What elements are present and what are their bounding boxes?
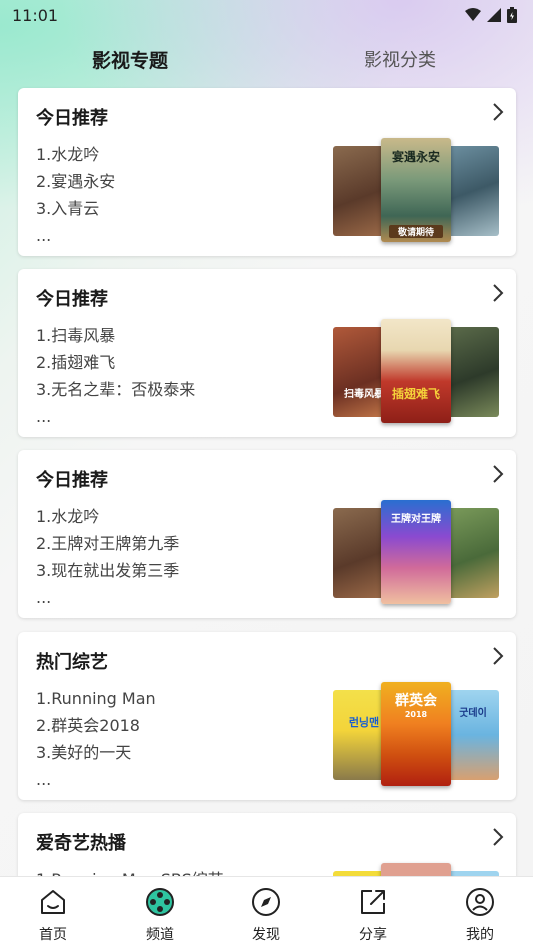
top-tabs: 影视专题 影视分类	[0, 40, 533, 80]
card-items: 1.水龙吟 2.王牌对王牌第九季 3.现在就出发第三季 ...	[36, 504, 179, 612]
poster-title: 宴遇永安	[391, 150, 440, 164]
nav-label: 我的	[466, 927, 494, 943]
topic-card[interactable]: 今日推荐 1.扫毒风暴 2.插翅难飞 3.无名之辈：否极泰来 ... 扫毒风暴 …	[18, 269, 516, 437]
list-item: 3.无名之辈：否极泰来	[36, 380, 196, 399]
nav-profile[interactable]: 我的	[450, 887, 510, 944]
nav-label: 首页	[39, 927, 67, 943]
bottom-nav: 首页 频道 发现 分享 我的	[0, 876, 533, 948]
status-icons	[465, 7, 517, 23]
poster-title: 群英会	[395, 693, 437, 709]
home-icon	[41, 890, 65, 914]
status-bar: 11:01	[0, 0, 533, 30]
list-item: 1.水龙吟	[36, 507, 100, 526]
chevron-right-icon[interactable]	[492, 464, 504, 484]
chevron-right-icon[interactable]	[492, 102, 504, 122]
poster-image: 插翅难飞	[381, 319, 451, 423]
list-item: 1.水龙吟	[36, 145, 100, 164]
list-item: 3.美好的一天	[36, 743, 132, 762]
list-item: 1.扫毒风暴	[36, 326, 116, 345]
battery-icon	[507, 7, 517, 23]
nav-channel[interactable]: 频道	[130, 887, 190, 944]
poster-stack[interactable]: 扫毒风暴 插翅难飞	[333, 319, 501, 423]
status-time: 11:01	[12, 5, 59, 25]
list-item: ...	[36, 770, 52, 789]
list-item: 2.宴遇永安	[36, 172, 116, 191]
topic-card[interactable]: 今日推荐 1.水龙吟 2.宴遇永安 3.入青云 ... 宴遇永安 敬请期待	[18, 88, 516, 256]
card-title: 今日推荐	[36, 289, 108, 310]
poster-image	[447, 327, 499, 417]
nav-discover[interactable]: 发现	[236, 887, 296, 944]
card-items: 1.扫毒风暴 2.插翅难飞 3.无名之辈：否极泰来 ...	[36, 323, 195, 431]
list-item: ...	[36, 226, 52, 245]
signal-icon	[487, 8, 501, 22]
poster-stack[interactable]: 宴遇永安 敬请期待	[333, 138, 501, 242]
poster-caption: 敬请期待	[389, 225, 443, 238]
poster-title: 插翅难飞	[391, 387, 440, 401]
list-item: ...	[36, 407, 52, 426]
nav-label: 频道	[146, 927, 174, 943]
compass-icon	[252, 888, 280, 916]
share-icon	[361, 890, 385, 914]
card-title: 爱奇艺热播	[36, 833, 126, 854]
chevron-right-icon[interactable]	[492, 283, 504, 303]
tab-categories[interactable]: 影视分类	[364, 46, 436, 72]
channel-reel-icon	[146, 888, 174, 916]
poster-image: 굿데이	[447, 690, 499, 780]
nav-label: 分享	[359, 927, 387, 943]
poster-image: 宴遇永安 敬请期待	[381, 138, 451, 242]
poster-image	[447, 508, 499, 598]
list-item: 2.群英会2018	[36, 716, 140, 735]
card-items: 1.水龙吟 2.宴遇永安 3.入青云 ...	[36, 142, 115, 250]
nav-home[interactable]: 首页	[23, 887, 83, 944]
list-item: 2.王牌对王牌第九季	[36, 534, 180, 553]
list-item: 2.插翅难飞	[36, 353, 116, 372]
topic-card[interactable]: 今日推荐 1.水龙吟 2.王牌对王牌第九季 3.现在就出发第三季 ... 王牌对…	[18, 450, 516, 618]
card-title: 热门综艺	[36, 652, 108, 673]
tab-topics[interactable]: 影视专题	[92, 46, 168, 73]
poster-stack[interactable]: 런닝맨 굿데이 群英会 2018	[333, 682, 501, 786]
list-item: 3.入青云	[36, 199, 100, 218]
poster-title: 王牌对王牌	[391, 514, 441, 525]
list-item: ...	[36, 588, 52, 607]
poster-stack[interactable]: 王牌对王牌	[333, 500, 501, 604]
nav-label: 发现	[252, 927, 280, 943]
card-items: 1.Running Man 2.群英会2018 3.美好的一天 ...	[36, 686, 156, 794]
chevron-right-icon[interactable]	[492, 827, 504, 847]
poster-image	[447, 146, 499, 236]
nav-share[interactable]: 分享	[343, 887, 403, 944]
card-title: 今日推荐	[36, 470, 108, 491]
profile-icon	[466, 888, 494, 916]
topic-card[interactable]: 热门综艺 1.Running Man 2.群英会2018 3.美好的一天 ...…	[18, 632, 516, 800]
card-title: 今日推荐	[36, 108, 108, 129]
poster-image: 王牌对王牌	[381, 500, 451, 604]
poster-image: 群英会 2018	[381, 682, 451, 786]
list-item: 1.Running Man	[36, 689, 156, 708]
poster-year: 2018	[404, 710, 428, 719]
list-item: 3.现在就出发第三季	[36, 561, 180, 580]
poster-title: 굿데이	[459, 708, 487, 719]
wifi-icon	[465, 8, 481, 21]
chevron-right-icon[interactable]	[492, 646, 504, 666]
